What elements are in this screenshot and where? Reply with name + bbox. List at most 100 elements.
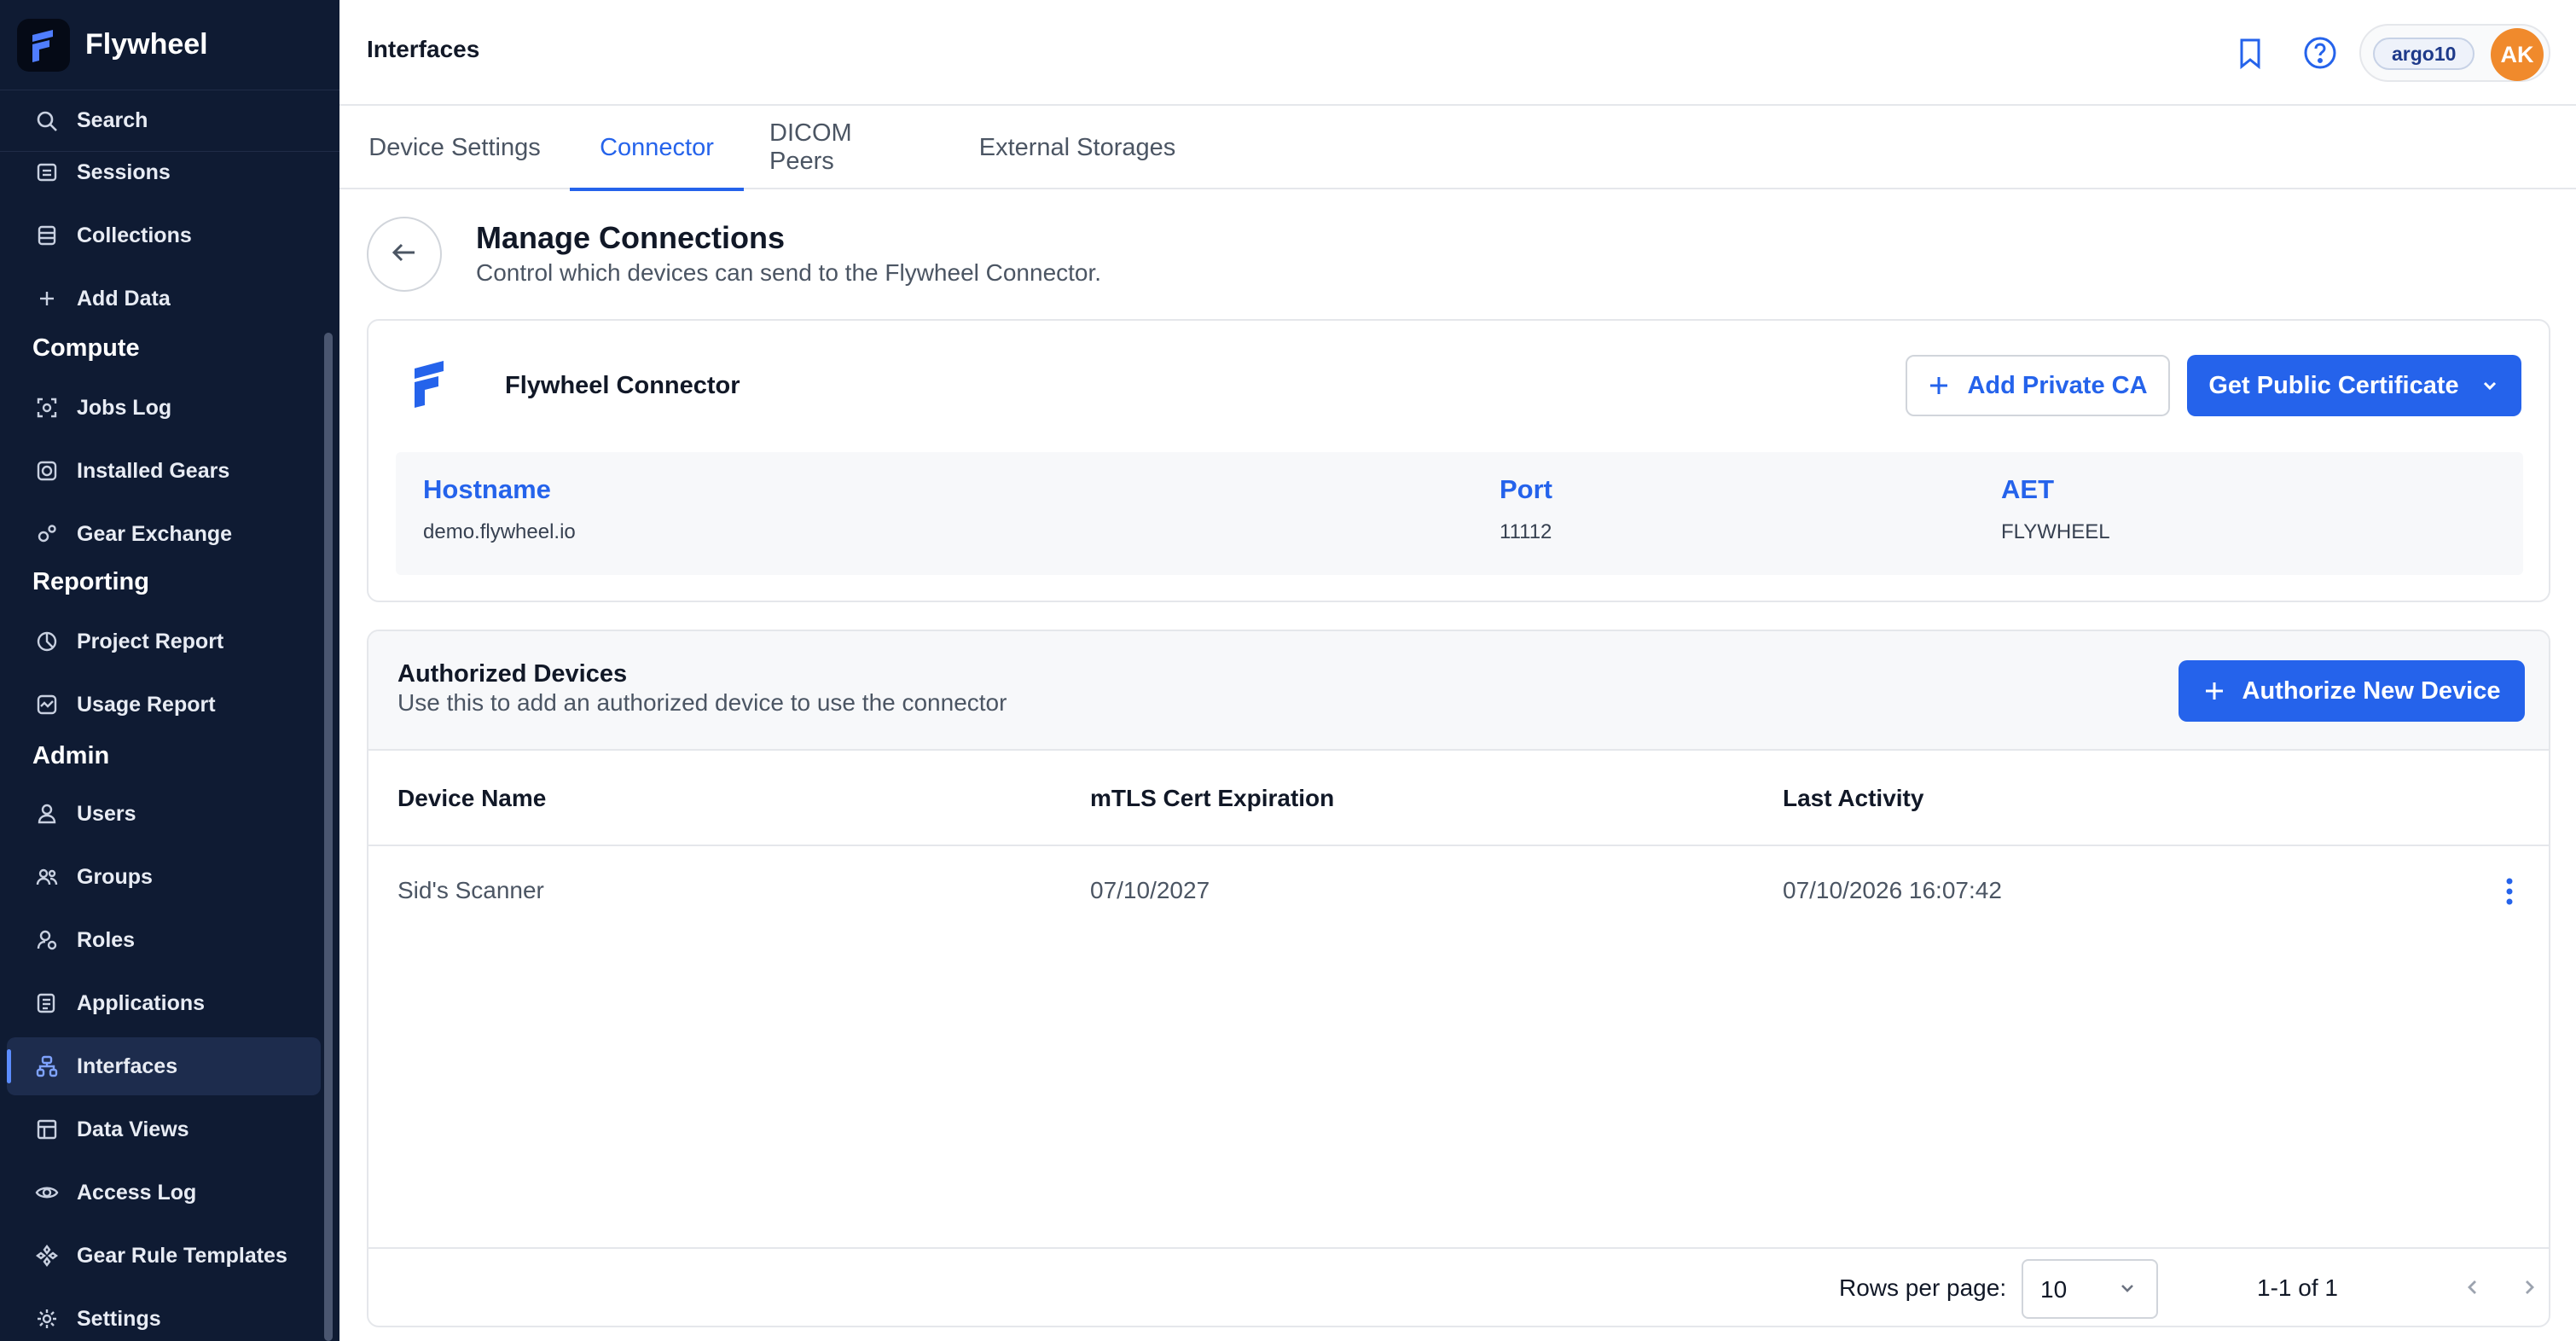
column-last-activity[interactable]: Last Activity	[1783, 785, 1923, 812]
plus-icon	[32, 284, 61, 313]
cert-expiration-cell: 07/10/2027	[1090, 877, 1210, 903]
org-badge: argo10	[2373, 38, 2475, 70]
applications-icon	[32, 989, 61, 1018]
rows-per-page-label: Rows per page:	[1839, 1274, 2007, 1301]
sidebar-item-groups[interactable]: Groups	[7, 848, 321, 906]
port-field: Port 11112	[1500, 474, 1552, 544]
sidebar-item-label: Data Views	[77, 1117, 189, 1141]
aet-value: FLYWHEEL	[2001, 520, 2110, 543]
app-name: Flywheel	[85, 28, 208, 61]
sidebar-item-label: Gear Exchange	[77, 521, 233, 546]
authorize-new-device-button[interactable]: Authorize New Device	[2179, 660, 2525, 722]
settings-icon	[32, 1304, 61, 1333]
tab-dicom-peers[interactable]: DICOM Peers	[769, 106, 921, 189]
sidebar-item-label: Applications	[77, 990, 206, 1015]
sidebar-item-label: Gear Rule Templates	[77, 1243, 287, 1268]
connector-name: Flywheel Connector	[505, 372, 740, 399]
sidebar-item-project-report[interactable]: Project Report	[7, 612, 321, 670]
back-button[interactable]	[367, 217, 442, 292]
section-reporting: Reporting	[32, 568, 149, 595]
sidebar-item-data-views[interactable]: Data Views	[7, 1100, 321, 1158]
sidebar-search[interactable]: Search	[0, 90, 339, 152]
rows-per-page-select[interactable]: 10	[2022, 1259, 2158, 1319]
more-vertical-icon[interactable]	[2492, 870, 2527, 913]
sidebar-item-add-data[interactable]: Add Data	[7, 270, 321, 328]
data-views-icon	[32, 1115, 61, 1144]
connection-info: Hostname demo.flywheel.io Port 11112 AET…	[396, 452, 2523, 575]
plus-icon	[1928, 374, 1950, 397]
rows-per-page-value: 10	[2040, 1276, 2068, 1303]
interfaces-icon	[32, 1052, 61, 1081]
sidebar-scrollbar[interactable]	[324, 333, 333, 1341]
sidebar-item-sessions[interactable]: Sessions	[7, 154, 321, 201]
chevron-down-icon	[2480, 375, 2500, 396]
sidebar-item-label: Users	[77, 801, 136, 826]
chevron-down-icon	[2117, 1278, 2138, 1303]
bookmark-icon[interactable]	[2230, 32, 2271, 73]
eye-icon	[32, 1178, 61, 1207]
sidebar-item-usage-report[interactable]: Usage Report	[7, 676, 321, 734]
roles-icon	[32, 926, 61, 955]
get-public-certificate-button[interactable]: Get Public Certificate	[2187, 355, 2521, 416]
sidebar-item-gear-exchange[interactable]: Gear Exchange	[7, 505, 321, 563]
column-device-name[interactable]: Device Name	[397, 785, 546, 812]
top-bar: Interfaces argo10 AK	[339, 0, 2576, 106]
sidebar-item-label: Groups	[77, 864, 153, 889]
tab-bar: Device Settings Connector DICOM Peers Ex…	[339, 106, 2576, 191]
sidebar-item-label: Access Log	[77, 1180, 197, 1205]
authorized-devices-subtitle: Use this to add an authorized device to …	[397, 689, 1007, 716]
page-range: 1-1 of 1	[2257, 1274, 2338, 1301]
tab-device-settings[interactable]: Device Settings	[367, 106, 542, 189]
tab-external-storages[interactable]: External Storages	[976, 106, 1179, 189]
table-header: Device Name mTLS Cert Expiration Last Ac…	[368, 751, 2549, 846]
sidebar-item-gear-rule-templates[interactable]: Gear Rule Templates	[7, 1227, 321, 1285]
sidebar-item-jobs-log[interactable]: Jobs Log	[7, 379, 321, 437]
help-icon[interactable]	[2300, 32, 2341, 73]
manage-title: Manage Connections	[476, 220, 786, 255]
search-label: Search	[77, 108, 148, 132]
column-mtls-cert-expiration[interactable]: mTLS Cert Expiration	[1090, 785, 1334, 812]
hostname-label: Hostname	[423, 474, 551, 504]
sidebar-item-label: Interfaces	[77, 1054, 178, 1078]
sidebar-item-users[interactable]: Users	[7, 785, 321, 843]
authorized-devices-title: Authorized Devices	[397, 660, 628, 688]
brand[interactable]: Flywheel	[0, 0, 339, 90]
sidebar-item-access-log[interactable]: Access Log	[7, 1164, 321, 1222]
next-page-icon[interactable]	[2508, 1266, 2549, 1309]
installed-gears-icon	[32, 456, 61, 485]
sidebar-item-label: Installed Gears	[77, 458, 230, 483]
flywheel-logo-icon	[17, 18, 70, 72]
section-compute: Compute	[32, 334, 140, 362]
authorize-new-device-label: Authorize New Device	[2242, 676, 2501, 705]
usage-report-icon	[32, 690, 61, 719]
table-pagination: Rows per page: 10 1-1 of 1	[368, 1247, 2549, 1326]
arrow-left-icon	[387, 235, 421, 274]
sidebar-item-label: Settings	[77, 1306, 161, 1331]
previous-page-icon[interactable]	[2451, 1266, 2494, 1309]
port-label: Port	[1500, 474, 1552, 504]
last-activity-cell: 07/10/2026 16:07:42	[1783, 877, 2002, 903]
sidebar-item-interfaces[interactable]: Interfaces	[7, 1037, 321, 1095]
account-menu[interactable]: argo10 AK	[2359, 24, 2550, 82]
sidebar-item-label: Roles	[77, 927, 136, 952]
authorized-devices-header: Authorized Devices Use this to add an au…	[368, 631, 2549, 751]
table-row[interactable]: Sid's Scanner 07/10/2027 07/10/2026 16:0…	[368, 846, 2549, 937]
add-private-ca-label: Add Private CA	[1967, 371, 2148, 399]
aet-field: AET FLYWHEEL	[2001, 474, 2110, 544]
add-private-ca-button[interactable]: Add Private CA	[1906, 355, 2170, 416]
sidebar-item-settings[interactable]: Settings	[7, 1290, 321, 1341]
search-icon	[32, 107, 61, 136]
hostname-value: demo.flywheel.io	[423, 520, 576, 543]
sidebar-item-label: Jobs Log	[77, 395, 172, 420]
hostname-field: Hostname demo.flywheel.io	[423, 474, 576, 544]
project-report-icon	[32, 627, 61, 656]
tab-connector[interactable]: Connector	[570, 106, 744, 191]
sidebar-item-installed-gears[interactable]: Installed Gears	[7, 442, 321, 500]
sidebar-item-collections[interactable]: Collections	[7, 206, 321, 264]
sidebar-item-roles[interactable]: Roles	[7, 911, 321, 969]
plus-icon	[2203, 680, 2225, 702]
collections-icon	[32, 221, 61, 250]
groups-icon	[32, 862, 61, 891]
sidebar-item-applications[interactable]: Applications	[7, 974, 321, 1032]
gear-rule-templates-icon	[32, 1241, 61, 1270]
